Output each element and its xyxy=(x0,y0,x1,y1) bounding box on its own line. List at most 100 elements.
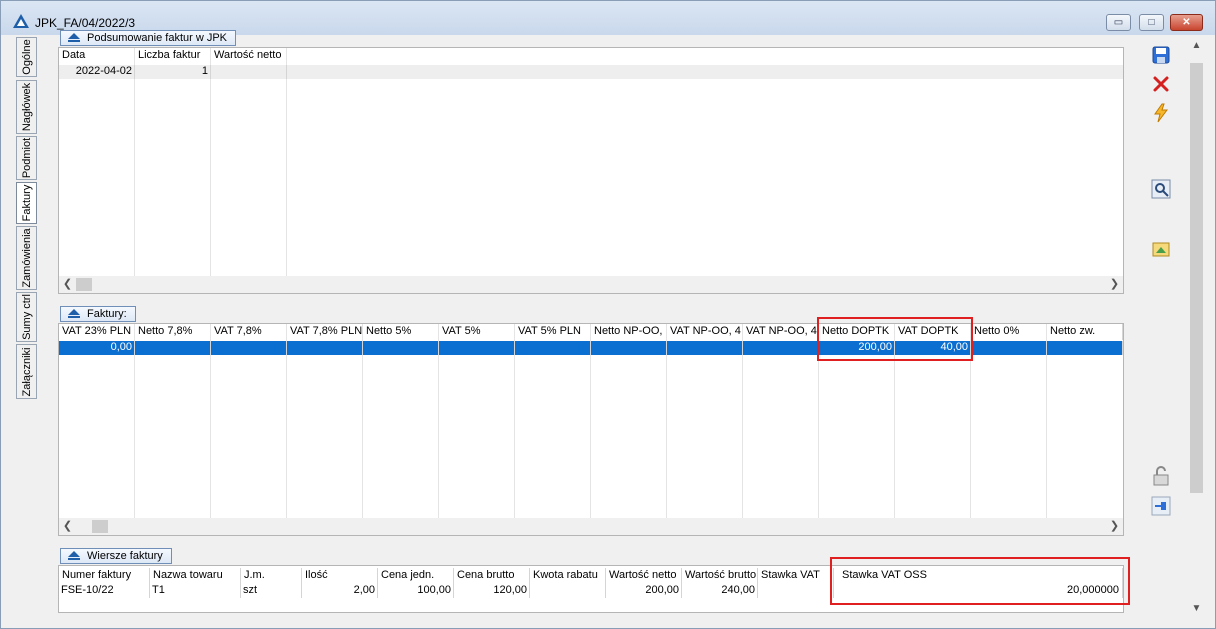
column-header[interactable]: Ilość xyxy=(302,568,378,584)
cell-wartosc-netto: 200,00 xyxy=(606,584,682,598)
scroll-left-icon[interactable]: ❮ xyxy=(59,276,76,293)
column-divider xyxy=(286,48,287,276)
cell-data: 2022-04-02 xyxy=(59,65,135,79)
table-row[interactable]: 2022-04-02 1 xyxy=(59,65,1123,79)
cell-vat23: 0,00 xyxy=(59,341,135,355)
horizontal-scrollbar[interactable]: ❮ ❯ xyxy=(59,518,1123,535)
cell-nazwa: T1 xyxy=(150,584,241,598)
cell xyxy=(287,341,363,355)
cell xyxy=(1047,341,1123,355)
scroll-thumb[interactable] xyxy=(76,278,92,291)
cell xyxy=(135,341,211,355)
scroll-right-icon[interactable]: ❯ xyxy=(1106,518,1123,535)
collapse-arrow-icon xyxy=(68,33,80,42)
tab-faktury[interactable]: Faktury xyxy=(16,182,37,224)
column-header[interactable]: Netto NP-OO, xyxy=(591,324,667,340)
preview-icon xyxy=(1151,179,1171,199)
cell xyxy=(667,341,743,355)
column-header[interactable]: Netto 0% xyxy=(971,324,1047,340)
column-header[interactable]: Stawka VAT xyxy=(758,568,834,584)
horizontal-scrollbar[interactable]: ❮ ❯ xyxy=(59,276,1123,293)
collapse-arrow-icon xyxy=(68,309,80,318)
cell xyxy=(743,341,819,355)
cell-jm: szt xyxy=(241,584,302,598)
generate-button[interactable] xyxy=(1149,102,1173,124)
minimize-icon: ▭ xyxy=(1113,17,1124,28)
preview-button[interactable] xyxy=(1149,178,1173,200)
column-header[interactable]: Data xyxy=(59,48,135,64)
column-header[interactable]: Numer faktury xyxy=(59,568,150,584)
column-header[interactable]: VAT 7,8% xyxy=(211,324,287,340)
column-header[interactable]: Wartość brutto xyxy=(682,568,758,584)
summary-header: Data Liczba faktur Wartość netto xyxy=(59,48,287,64)
cell-cena-jedn: 100,00 xyxy=(378,584,454,598)
delete-button[interactable] xyxy=(1149,73,1173,95)
delete-icon xyxy=(1153,76,1169,92)
column-header[interactable]: Netto 7,8% xyxy=(135,324,211,340)
tab-podmiot[interactable]: Podmiot xyxy=(16,136,37,180)
column-header[interactable]: J.m. xyxy=(241,568,302,584)
save-button[interactable] xyxy=(1149,44,1173,66)
column-header[interactable]: Wartość netto xyxy=(211,48,287,64)
cell-ilosc: 2,00 xyxy=(302,584,378,598)
column-divider xyxy=(134,48,135,276)
summary-grid[interactable]: Data Liczba faktur Wartość netto 2022-04… xyxy=(58,47,1124,294)
pin-button[interactable] xyxy=(1149,495,1173,517)
maximize-icon: □ xyxy=(1148,17,1155,28)
tab-zalaczniki[interactable]: Załączniki xyxy=(16,344,37,399)
cell xyxy=(591,341,667,355)
tab-label: Sumy ctrl xyxy=(20,294,33,340)
tab-label: Faktury xyxy=(20,184,33,222)
close-button[interactable]: ✕ xyxy=(1170,14,1203,31)
column-header[interactable]: VAT 5% PLN xyxy=(515,324,591,340)
maximize-button[interactable]: □ xyxy=(1139,14,1164,31)
lightning-icon xyxy=(1154,103,1168,123)
scroll-thumb[interactable] xyxy=(92,520,108,533)
tab-sumy-ctrl[interactable]: Sumy ctrl xyxy=(16,292,37,342)
scroll-thumb[interactable] xyxy=(1190,63,1203,493)
tab-label: Podmiot xyxy=(20,137,33,179)
column-divider xyxy=(210,48,211,276)
close-icon: ✕ xyxy=(1182,17,1191,28)
column-header[interactable]: Netto zw. xyxy=(1047,324,1123,340)
window-title: JPK_FA/04/2022/3 xyxy=(35,16,136,30)
column-header[interactable]: Cena brutto xyxy=(454,568,530,584)
lines-section-title: Wiersze faktury xyxy=(60,548,172,564)
column-header[interactable]: VAT NP-OO, 4 xyxy=(667,324,743,340)
column-header[interactable]: VAT 7,8% PLN xyxy=(287,324,363,340)
column-header[interactable]: Cena jedn. xyxy=(378,568,454,584)
scroll-up-icon[interactable]: ▲ xyxy=(1188,37,1205,54)
cell-stawka-vat xyxy=(758,584,834,598)
invoices-section-title: Faktury: xyxy=(60,306,136,322)
scroll-down-icon[interactable]: ▼ xyxy=(1188,600,1205,617)
cell xyxy=(971,341,1047,355)
column-header[interactable]: VAT NP-OO, 4 xyxy=(743,324,819,340)
tab-ogolne[interactable]: Ogólne xyxy=(16,37,37,77)
tab-label: Ogólne xyxy=(20,39,33,75)
tab-zamowienia[interactable]: Zamówienia xyxy=(16,226,37,290)
tab-label: Zamówienia xyxy=(20,228,33,288)
tab-naglowek[interactable]: Nagłówek xyxy=(16,80,37,134)
lock-button[interactable] xyxy=(1149,465,1173,487)
scroll-left-icon[interactable]: ❮ xyxy=(59,518,76,535)
column-header[interactable]: Wartość netto xyxy=(606,568,682,584)
pin-icon xyxy=(1151,496,1171,516)
scroll-right-icon[interactable]: ❯ xyxy=(1106,276,1123,293)
column-header[interactable]: Kwota rabatu xyxy=(530,568,606,584)
column-header[interactable]: Liczba faktur xyxy=(135,48,211,64)
column-header[interactable]: VAT 23% PLN xyxy=(59,324,135,340)
column-header[interactable]: Nazwa towaru xyxy=(150,568,241,584)
highlight-oss xyxy=(830,557,1130,605)
column-header[interactable]: VAT 5% xyxy=(439,324,515,340)
minimize-button[interactable]: ▭ xyxy=(1106,14,1131,31)
export-button[interactable] xyxy=(1149,238,1173,260)
tab-label: Załączniki xyxy=(20,347,33,396)
section-label: Podsumowanie faktur w JPK xyxy=(87,32,228,44)
cell-wartosc-brutto: 240,00 xyxy=(682,584,758,598)
cell-cena-brutto: 120,00 xyxy=(454,584,530,598)
cell xyxy=(363,341,439,355)
collapse-arrow-icon xyxy=(68,551,80,560)
save-icon xyxy=(1152,46,1170,64)
vertical-scrollbar[interactable]: ▲ ▼ xyxy=(1188,37,1205,617)
column-header[interactable]: Netto 5% xyxy=(363,324,439,340)
